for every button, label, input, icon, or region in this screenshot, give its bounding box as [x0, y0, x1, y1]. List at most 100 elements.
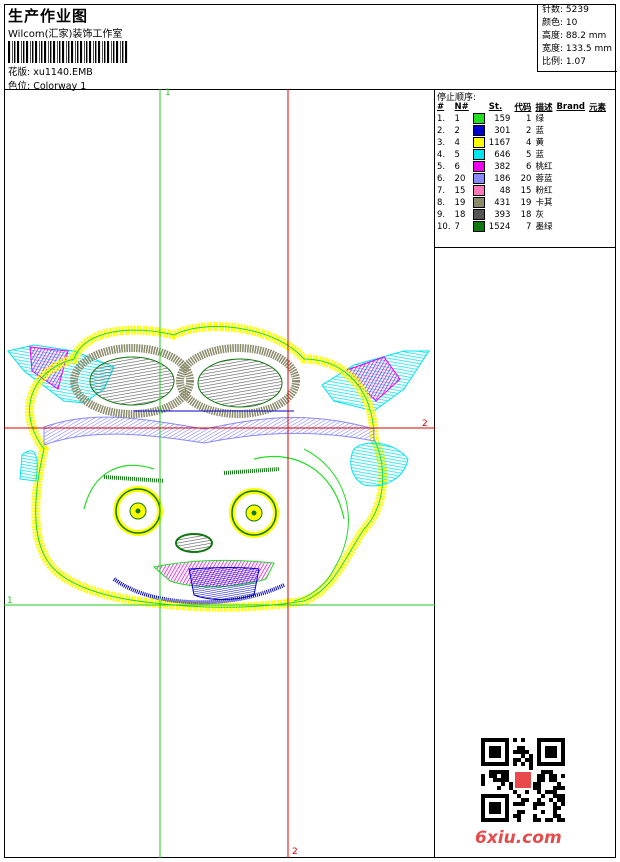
color-swatch	[472, 137, 485, 148]
row-needle: 5	[454, 150, 460, 160]
goggles	[70, 344, 300, 418]
row-stitches: 646	[494, 150, 511, 160]
row-element	[587, 173, 608, 185]
color-swatch	[472, 185, 485, 196]
row-code: 1	[526, 114, 532, 124]
sequence-header-row: # N# St. 代码 描述 Brand 元素	[435, 101, 608, 113]
row-index: 6.	[437, 174, 446, 184]
row-index: 7.	[437, 186, 446, 196]
guide-v2-label: 2	[292, 847, 298, 857]
row-swatch	[471, 125, 487, 137]
scale-ratio: 比例: 1.07	[542, 57, 586, 67]
color-swatch	[472, 125, 485, 136]
col-stitches: St.	[488, 102, 503, 112]
left-eye	[113, 486, 163, 536]
col-code: 代码	[514, 103, 532, 113]
row-needle: 6	[454, 162, 460, 172]
sequence-row: 1. 1 159 1 绿	[435, 113, 608, 125]
row-index: 10.	[437, 222, 451, 232]
row-needle: 20	[454, 174, 466, 184]
row-needle: 1	[454, 114, 460, 124]
hair-line	[83, 455, 345, 520]
row-element	[587, 161, 608, 173]
col-swatch	[471, 101, 487, 113]
row-element	[587, 149, 608, 161]
row-code: 4	[526, 138, 532, 148]
sequence-table: # N# St. 代码 描述 Brand 元素 1. 1 159 1 绿 2. 2 301 2 蓝…	[435, 101, 608, 233]
stitch-count: 针数: 5239	[542, 5, 589, 15]
row-needle: 7	[454, 222, 460, 232]
sequence-row: 3. 4 1167 4 黄	[435, 137, 608, 149]
row-stitches: 393	[494, 210, 511, 220]
row-element	[587, 125, 608, 137]
row-code: 19	[520, 198, 532, 208]
col-index: #	[437, 102, 445, 112]
sequence-row: 2. 2 301 2 蓝	[435, 125, 608, 137]
row-brand	[554, 173, 587, 185]
left-eyebrow	[103, 475, 165, 483]
color-swatch	[472, 197, 485, 208]
cheek-line	[293, 448, 349, 602]
row-stitches: 1524	[488, 222, 511, 232]
col-needle: N#	[454, 102, 469, 112]
row-stitches: 382	[494, 162, 511, 172]
row-stitches: 159	[494, 114, 511, 124]
right-eyebrow	[223, 467, 280, 475]
guide-h2-label: 2	[422, 419, 428, 429]
studio-name: Wilcom(汇家)装饰工作室	[8, 29, 123, 40]
row-index: 2.	[437, 126, 446, 136]
color-swatch	[472, 221, 485, 232]
row-swatch	[471, 113, 487, 125]
header: 生产作业图 Wilcom(汇家)装饰工作室 花版: xu1140.EMB 色位:…	[4, 4, 616, 92]
row-index: 4.	[437, 150, 446, 160]
embroidery-preview	[4, 89, 435, 858]
color-swatch	[472, 113, 485, 124]
row-desc: 绿	[535, 114, 544, 124]
left-ear	[19, 450, 38, 482]
row-swatch	[471, 221, 487, 233]
row-swatch	[471, 173, 487, 185]
row-code: 18	[520, 210, 532, 220]
row-brand	[554, 185, 587, 197]
nose	[175, 533, 213, 553]
row-swatch	[471, 149, 487, 161]
sequence-row: 4. 5 646 5 蓝	[435, 149, 608, 161]
row-swatch	[471, 137, 487, 149]
col-desc: 描述	[535, 103, 553, 113]
row-desc: 蓝	[535, 150, 544, 160]
pattern-file: 花版: xu1140.EMB	[8, 67, 93, 78]
row-swatch	[471, 209, 487, 221]
guide-v1-label: 1	[165, 88, 171, 98]
col-element: 元素	[589, 103, 607, 113]
row-desc: 墨绿	[535, 222, 553, 232]
row-brand	[554, 161, 587, 173]
row-code: 2	[526, 126, 532, 136]
sequence-divider	[435, 247, 616, 248]
guide-h1-label: 1	[7, 596, 13, 606]
col-brand: Brand	[556, 102, 585, 112]
row-swatch	[471, 161, 487, 173]
sequence-row: 7. 15 48 15 粉红	[435, 185, 608, 197]
page-title: 生产作业图	[8, 7, 89, 25]
right-ear	[350, 442, 409, 487]
row-desc: 桃红	[535, 162, 553, 172]
row-code: 6	[526, 162, 532, 172]
stats-panel: 针数: 5239 颜色: 10 高度: 88.2 mm 宽度: 133.5 mm…	[537, 4, 617, 72]
qr-code	[481, 738, 565, 822]
row-needle: 2	[454, 126, 460, 136]
row-element	[587, 197, 608, 209]
row-brand	[554, 149, 587, 161]
row-desc: 卡其	[535, 198, 553, 208]
row-element	[587, 221, 608, 233]
row-needle: 4	[454, 138, 460, 148]
right-horn	[321, 350, 430, 412]
row-index: 9.	[437, 210, 446, 220]
design-canvas[interactable]: 1 2 1 2	[4, 88, 435, 858]
barcode	[8, 41, 128, 63]
row-desc: 蓉蓝	[535, 174, 553, 184]
color-swatch	[472, 149, 485, 160]
row-brand	[554, 209, 587, 221]
mouth	[152, 559, 275, 600]
row-needle: 15	[454, 186, 466, 196]
row-stitches: 186	[494, 174, 511, 184]
